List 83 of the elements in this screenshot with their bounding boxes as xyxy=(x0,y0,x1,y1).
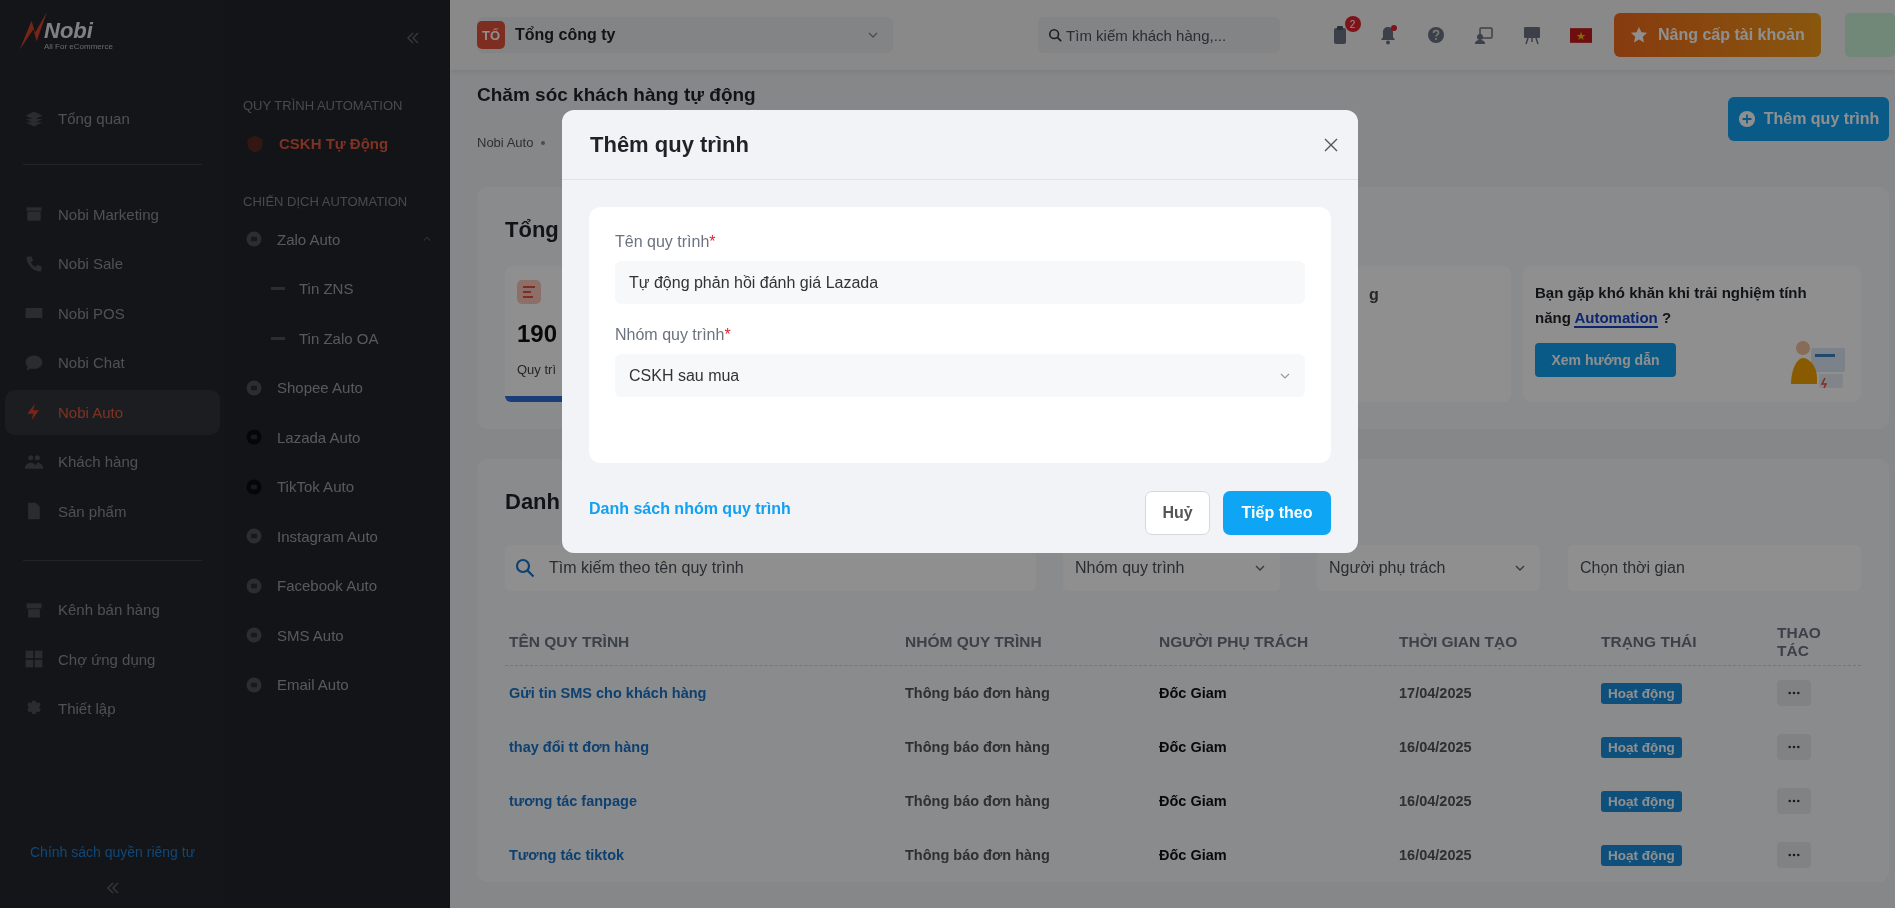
status-badge: Hoạt động xyxy=(1601,845,1682,866)
workflow-link[interactable]: tương tác fanpage xyxy=(509,793,905,809)
support-icon[interactable] xyxy=(1473,25,1494,45)
status-badge: Hoạt động xyxy=(1601,683,1682,704)
close-icon[interactable] xyxy=(1324,137,1338,152)
more-icon xyxy=(1788,691,1800,695)
section-heading: QUY TRÌNH AUTOMATION xyxy=(243,97,404,115)
status-badge: Hoạt động xyxy=(1601,791,1682,812)
stat-label: g xyxy=(1368,286,1379,303)
more-button[interactable] xyxy=(1777,842,1811,868)
flag-icon[interactable] xyxy=(1569,27,1592,43)
workflow-link[interactable]: thay đổi tt đơn hàng xyxy=(509,739,905,755)
table-cell-text: Đốc Giam xyxy=(1159,793,1228,809)
table-cell-text: Thông báo đơn hàng xyxy=(905,739,1051,755)
next-button[interactable]: Tiếp theo xyxy=(1223,491,1331,535)
table-cell-text: Đốc Giam xyxy=(1159,685,1228,701)
workflow-link[interactable]: Gửi tin SMS cho khách hàng xyxy=(509,685,905,701)
group-list-link[interactable]: Danh sách nhóm quy trình xyxy=(589,500,791,518)
more-button[interactable] xyxy=(1777,680,1811,706)
cancel-button[interactable]: Huỷ xyxy=(1145,491,1210,535)
search-icon xyxy=(515,558,535,578)
logo-tagline: All For eCommerce xyxy=(44,42,113,51)
breadcrumb-item[interactable]: Nobi Auto xyxy=(477,135,534,150)
table-cell-text: Đốc Giam xyxy=(1159,847,1228,863)
help-text: Bạn gặp khó khăn khi trải nghiệm tính năng Automation ? xyxy=(1535,283,1808,330)
modal-title: Thêm quy trình xyxy=(590,131,749,158)
field-label: Nhóm quy trình* xyxy=(615,326,732,344)
star-icon xyxy=(1629,26,1648,44)
help-icon[interactable] xyxy=(1425,25,1446,45)
table-cell-text: Thông báo đơn hàng xyxy=(905,793,1051,809)
column-header: THỜI GIAN TẠO xyxy=(1399,633,1519,651)
more-icon xyxy=(1788,745,1800,749)
company-selector[interactable]: TỐ Tổng công ty xyxy=(477,17,894,53)
more-icon xyxy=(1788,799,1800,803)
section-title: Tổng xyxy=(505,217,559,243)
column-header: TRẠNG THÁI xyxy=(1601,633,1698,651)
input-field[interactable]: Tự động phản hồi đánh giá Lazada xyxy=(615,261,1305,304)
submenu-item[interactable]: Tin ZNS xyxy=(243,264,450,314)
column-header: TÊN QUY TRÌNH xyxy=(509,633,631,651)
upgrade-button[interactable]: Nâng cấp tài khoản xyxy=(1613,13,1822,57)
table-cell-text: 17/04/2025 xyxy=(1399,685,1473,701)
logo-text: Nobi xyxy=(44,20,94,42)
collapse-icon[interactable] xyxy=(104,880,121,896)
select-field[interactable]: Người phụ trách xyxy=(1317,545,1540,591)
presentation-icon[interactable] xyxy=(1521,25,1542,45)
sidebar-item[interactable]: Nobi Auto xyxy=(5,389,220,435)
column-header: NGƯỜI PHỤ TRÁCH xyxy=(1159,633,1310,651)
date-field[interactable]: Chọn thời gian xyxy=(1568,545,1861,591)
company-badge: TỐ xyxy=(477,21,505,49)
select-field[interactable]: CSKH sau mua xyxy=(615,354,1305,397)
column-header: THAO TÁC xyxy=(1776,624,1822,660)
status-badge: Hoạt động xyxy=(1601,737,1682,758)
table-cell-text: Đốc Giam xyxy=(1159,739,1228,755)
more-icon xyxy=(1788,853,1800,857)
table-cell-text: 16/04/2025 xyxy=(1399,847,1473,863)
more-button[interactable] xyxy=(1777,734,1811,760)
search-icon xyxy=(1048,28,1063,42)
stat-value: 190 xyxy=(517,320,558,348)
plus-icon xyxy=(1737,110,1756,128)
count-badge: 2 xyxy=(1344,16,1361,32)
workflow-link[interactable]: Tương tác tiktok xyxy=(509,847,905,863)
more-button[interactable] xyxy=(1777,788,1811,814)
section-heading: CHIẾN DỊCH AUTOMATION xyxy=(243,192,409,211)
table-cell-text: 16/04/2025 xyxy=(1399,793,1473,809)
avatar[interactable] xyxy=(1845,13,1895,57)
section-title: Danh xyxy=(505,489,560,515)
guide-button[interactable]: Xem hướng dẫn xyxy=(1535,343,1676,377)
field-label: Tên quy trình* xyxy=(615,233,717,251)
shield-icon xyxy=(245,133,265,154)
table-cell-text: 16/04/2025 xyxy=(1399,739,1473,755)
add-button[interactable]: Thêm quy trình xyxy=(1728,97,1889,141)
table-cell-text: Thông báo đơn hàng xyxy=(905,685,1051,701)
sidebar-item[interactable]: Nobi POS xyxy=(5,290,220,336)
page-title: Chăm sóc khách hàng tự động xyxy=(477,84,756,106)
submenu-item[interactable]: Tin Zalo OA xyxy=(243,313,450,363)
stat-caption: Quy trì xyxy=(517,362,556,377)
search-field[interactable]: Tìm kiếm khách hàng,... xyxy=(1038,17,1280,53)
column-header: NHÓM QUY TRÌNH xyxy=(905,633,1043,651)
table-cell-text: Thông báo đơn hàng xyxy=(905,847,1051,863)
list-icon xyxy=(517,280,541,304)
privacy-link[interactable]: Chính sách quyền riêng tư xyxy=(30,844,195,860)
automation-link[interactable]: Automation xyxy=(1574,309,1658,328)
collapse-icon[interactable] xyxy=(405,30,421,46)
